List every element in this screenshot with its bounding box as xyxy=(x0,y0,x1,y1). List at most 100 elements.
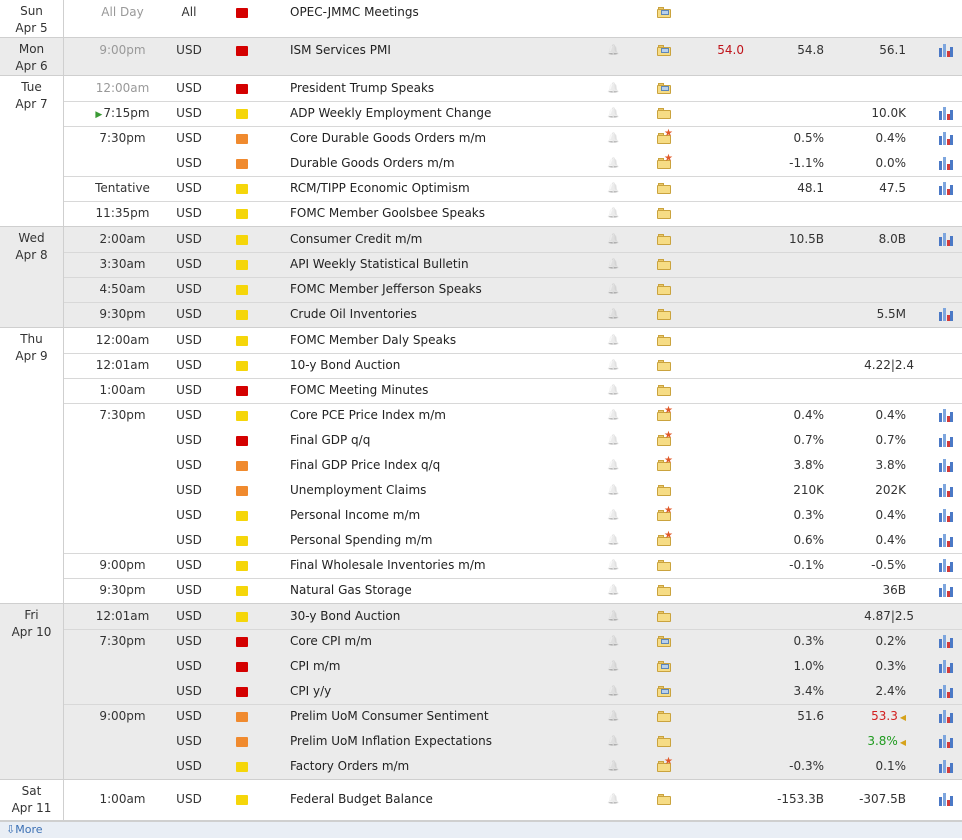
impact-folder-icon[interactable] xyxy=(236,486,248,496)
graph-icon[interactable] xyxy=(939,484,953,497)
event-row[interactable]: 9:30pm USD Natural Gas Storage 🔔 36B xyxy=(64,578,962,603)
event-title[interactable]: President Trump Speaks xyxy=(290,76,434,101)
folder-icon[interactable] xyxy=(657,385,671,396)
folder-icon[interactable] xyxy=(657,560,671,571)
event-title[interactable]: Final GDP q/q xyxy=(290,428,370,453)
impact-folder-icon[interactable] xyxy=(236,536,248,546)
event-row[interactable]: 9:00pm USD Prelim UoM Consumer Sentiment 🔔 5… xyxy=(64,704,962,729)
folder-icon[interactable] xyxy=(657,309,671,320)
graph-icon[interactable] xyxy=(939,509,953,522)
event-title[interactable]: Durable Goods Orders m/m xyxy=(290,151,455,176)
impact-folder-icon[interactable] xyxy=(236,737,248,747)
graph-icon[interactable] xyxy=(939,459,953,472)
impact-folder-icon[interactable] xyxy=(236,260,248,270)
impact-folder-icon[interactable] xyxy=(236,461,248,471)
event-row[interactable]: 9:00pm USD Final Wholesale Inventories m/m… xyxy=(64,553,962,578)
folder-icon[interactable] xyxy=(657,284,671,295)
impact-folder-icon[interactable] xyxy=(236,436,248,446)
event-title[interactable]: 10-y Bond Auction xyxy=(290,353,400,378)
event-title[interactable]: 30-y Bond Auction xyxy=(290,604,400,629)
graph-icon[interactable] xyxy=(939,760,953,773)
folder-icon[interactable]: ★ xyxy=(657,406,673,421)
folder-icon[interactable] xyxy=(657,208,671,219)
impact-folder-icon[interactable] xyxy=(236,762,248,772)
folder-icon[interactable] xyxy=(657,335,671,346)
event-row[interactable]: 7:30pm USD Core CPI m/m 🔔 0.3% 0.2% xyxy=(64,629,962,654)
impact-folder-icon[interactable] xyxy=(236,235,248,245)
folder-icon[interactable] xyxy=(657,259,671,270)
event-row[interactable]: USD Final GDP q/q 🔔 ★ 0.7% 0.7% xyxy=(64,428,962,453)
impact-folder-icon[interactable] xyxy=(236,411,248,421)
event-title[interactable]: ADP Weekly Employment Change xyxy=(290,101,491,126)
graph-icon[interactable] xyxy=(939,308,953,321)
impact-folder-icon[interactable] xyxy=(236,336,248,346)
folder-icon[interactable]: ★ xyxy=(657,129,673,144)
event-row[interactable]: 9:30pm USD Crude Oil Inventories 🔔 5.5M xyxy=(64,302,962,327)
folder-icon[interactable] xyxy=(657,636,671,647)
event-title[interactable]: Prelim UoM Inflation Expectations xyxy=(290,729,492,754)
graph-icon[interactable] xyxy=(939,157,953,170)
event-title[interactable]: Final GDP Price Index q/q xyxy=(290,453,440,478)
event-row[interactable]: 7:30pm USD Core PCE Price Index m/m 🔔 ★ 0.4% 0… xyxy=(64,403,962,428)
bell-icon[interactable]: 🔔 xyxy=(607,528,619,553)
bell-icon[interactable]: 🔔 xyxy=(607,428,619,453)
impact-folder-icon[interactable] xyxy=(236,511,248,521)
bell-icon[interactable]: 🔔 xyxy=(607,654,619,679)
folder-icon[interactable] xyxy=(657,234,671,245)
graph-icon[interactable] xyxy=(939,434,953,447)
bell-icon[interactable]: 🔔 xyxy=(607,787,619,812)
bell-icon[interactable]: 🔔 xyxy=(607,403,619,428)
bell-icon[interactable]: 🔔 xyxy=(607,453,619,478)
bell-icon[interactable]: 🔔 xyxy=(607,629,619,654)
event-row[interactable]: 7:30pm USD Core Durable Goods Orders m/m 🔔 ★… xyxy=(64,126,962,151)
folder-icon[interactable] xyxy=(657,711,671,722)
impact-folder-icon[interactable] xyxy=(236,386,248,396)
event-title[interactable]: Final Wholesale Inventories m/m xyxy=(290,553,486,578)
bell-icon[interactable]: 🔔 xyxy=(607,478,619,503)
folder-icon[interactable] xyxy=(657,360,671,371)
folder-icon[interactable] xyxy=(657,736,671,747)
impact-folder-icon[interactable] xyxy=(236,8,248,18)
graph-icon[interactable] xyxy=(939,635,953,648)
folder-icon[interactable]: ★ xyxy=(657,757,673,772)
bell-icon[interactable]: 🔔 xyxy=(607,754,619,779)
folder-icon[interactable]: ★ xyxy=(657,531,673,546)
event-row[interactable]: USD Personal Spending m/m 🔔 ★ 0.6% 0.4% xyxy=(64,528,962,553)
event-title[interactable]: Core Durable Goods Orders m/m xyxy=(290,126,486,151)
bell-icon[interactable]: 🔔 xyxy=(607,729,619,754)
folder-icon[interactable] xyxy=(657,611,671,622)
event-row[interactable]: Tentative USD RCM/TIPP Economic Optimism 🔔 4… xyxy=(64,176,962,201)
more-link[interactable]: ⇩More xyxy=(0,821,962,838)
impact-folder-icon[interactable] xyxy=(236,637,248,647)
bell-icon[interactable]: 🔔 xyxy=(607,328,619,353)
event-row[interactable]: USD CPI y/y 🔔 3.4% 2.4% xyxy=(64,679,962,704)
graph-icon[interactable] xyxy=(939,534,953,547)
graph-icon[interactable] xyxy=(939,559,953,572)
event-row[interactable]: ▶7:15pm USD ADP Weekly Employment Change 🔔 1… xyxy=(64,101,962,126)
folder-icon[interactable] xyxy=(657,585,671,596)
event-title[interactable]: FOMC Member Jefferson Speaks xyxy=(290,277,482,302)
impact-folder-icon[interactable] xyxy=(236,687,248,697)
folder-icon[interactable]: ★ xyxy=(657,431,673,446)
graph-icon[interactable] xyxy=(939,793,953,806)
event-title[interactable]: ISM Services PMI xyxy=(290,38,391,63)
folder-icon[interactable] xyxy=(657,45,671,56)
bell-icon[interactable]: 🔔 xyxy=(607,76,619,101)
impact-folder-icon[interactable] xyxy=(236,159,248,169)
bell-icon[interactable]: 🔔 xyxy=(607,704,619,729)
event-title[interactable]: API Weekly Statistical Bulletin xyxy=(290,252,469,277)
event-title[interactable]: OPEC-JMMC Meetings xyxy=(290,0,419,25)
event-title[interactable]: Core PCE Price Index m/m xyxy=(290,403,446,428)
event-row[interactable]: USD Personal Income m/m 🔔 ★ 0.3% 0.4% xyxy=(64,503,962,528)
graph-icon[interactable] xyxy=(939,710,953,723)
event-title[interactable]: Personal Income m/m xyxy=(290,503,420,528)
bell-icon[interactable]: 🔔 xyxy=(607,201,619,226)
bell-icon[interactable]: 🔔 xyxy=(607,151,619,176)
event-row[interactable]: 12:01am USD 10-y Bond Auction 🔔 4.22|2.4 xyxy=(64,353,962,378)
folder-icon[interactable]: ★ xyxy=(657,154,673,169)
event-title[interactable]: Consumer Credit m/m xyxy=(290,227,422,252)
event-row[interactable]: USD Prelim UoM Inflation Expectations 🔔 3.8… xyxy=(64,729,962,754)
bell-icon[interactable]: 🔔 xyxy=(607,101,619,126)
bell-icon[interactable]: 🔔 xyxy=(607,227,619,252)
bell-icon[interactable]: 🔔 xyxy=(607,553,619,578)
